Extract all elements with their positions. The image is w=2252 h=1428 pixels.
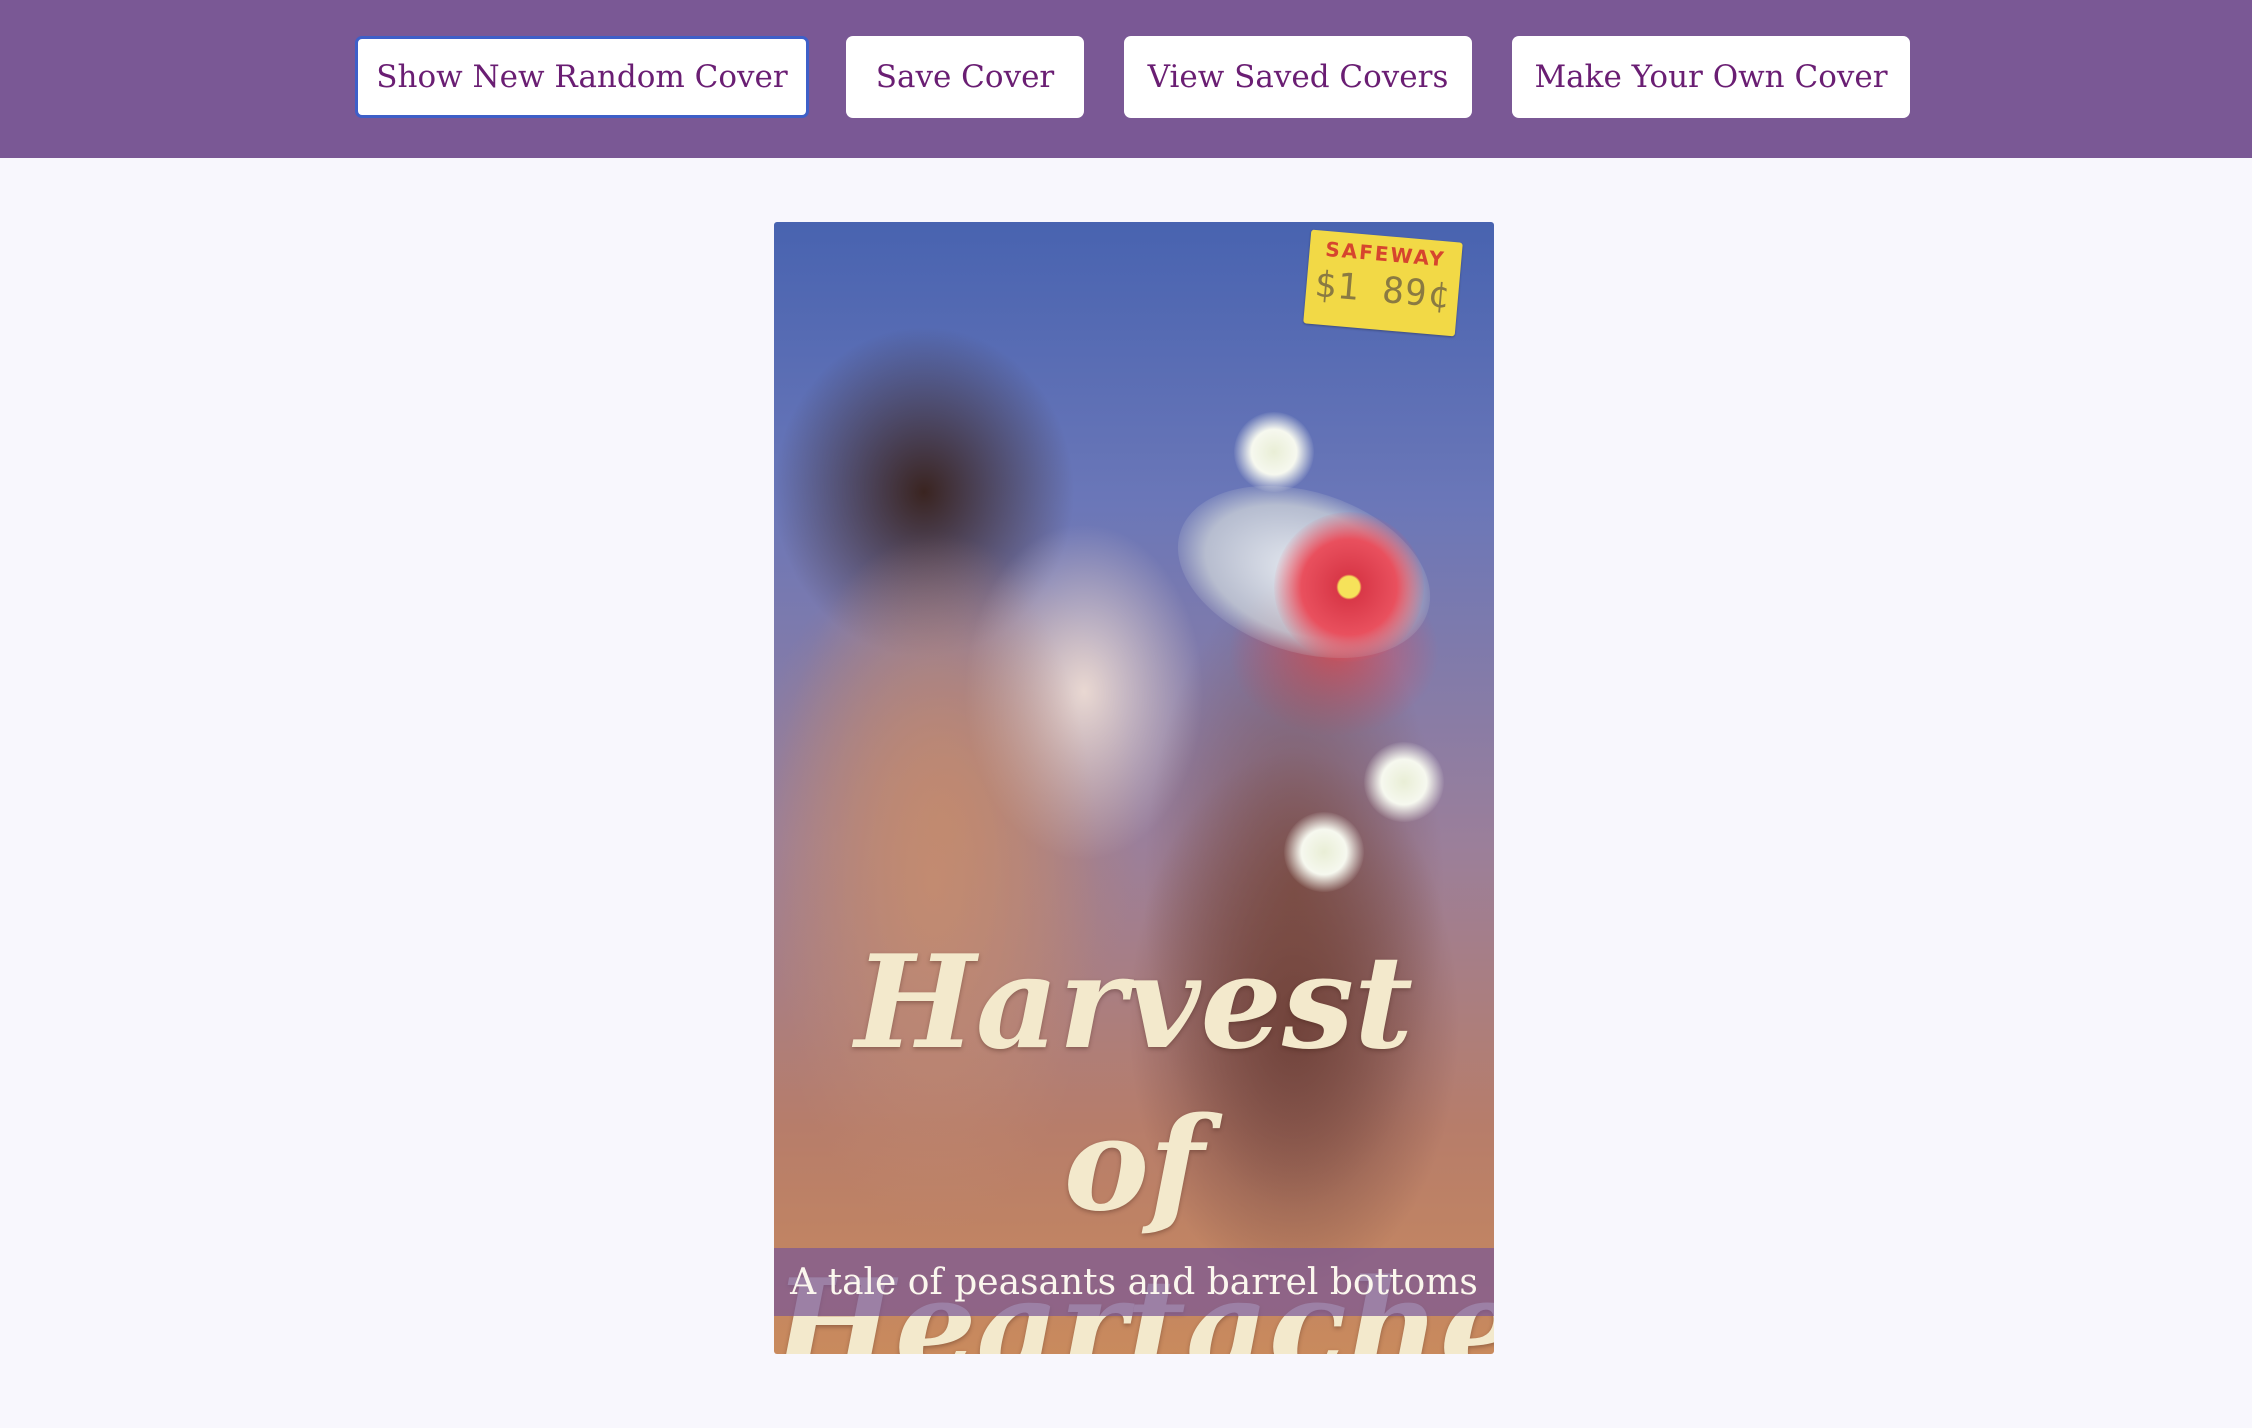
red-flower-art bbox=[1274, 512, 1424, 662]
save-cover-button[interactable]: Save Cover bbox=[846, 36, 1084, 118]
book-cover: SAFEWAY $1 89¢ Harvest of Heartache A ta… bbox=[774, 222, 1494, 1354]
white-blossom-art bbox=[1364, 742, 1444, 822]
make-your-own-cover-button[interactable]: Make Your Own Cover bbox=[1512, 36, 1910, 118]
price-sticker: SAFEWAY $1 89¢ bbox=[1303, 229, 1463, 337]
price-sticker-amount: $1 89¢ bbox=[1312, 264, 1452, 317]
view-saved-covers-button[interactable]: View Saved Covers bbox=[1124, 36, 1472, 118]
cover-tagline-bar: A tale of peasants and barrel bottoms bbox=[774, 1248, 1494, 1316]
white-blossom-art bbox=[1234, 412, 1314, 492]
top-nav-bar: Show New Random Cover Save Cover View Sa… bbox=[0, 0, 2252, 158]
white-blossom-art bbox=[1284, 812, 1364, 892]
cover-tagline: A tale of peasants and barrel bottoms bbox=[790, 1261, 1478, 1303]
show-new-random-cover-button[interactable]: Show New Random Cover bbox=[355, 36, 809, 118]
cover-title-line-1: Harvest of bbox=[854, 928, 1414, 1240]
